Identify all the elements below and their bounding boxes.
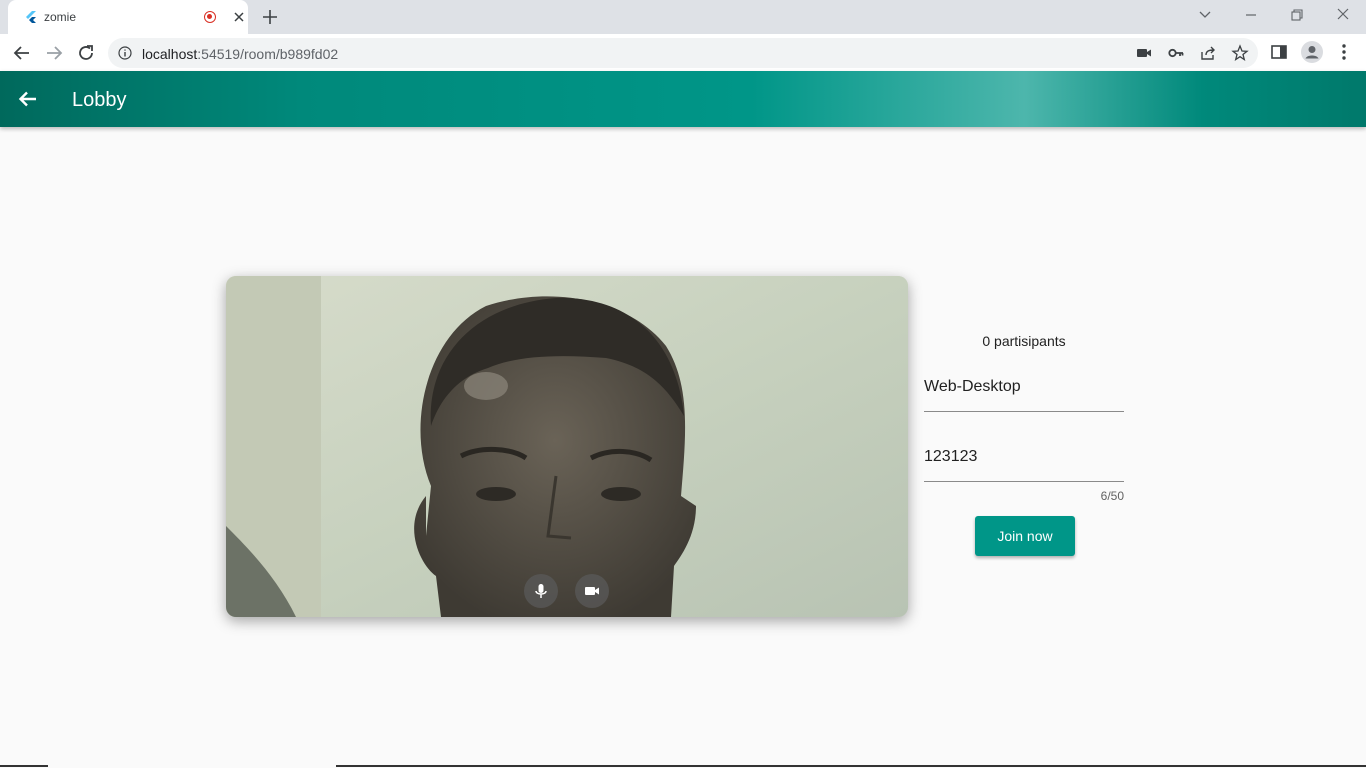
camera-toggle-button[interactable] xyxy=(575,574,609,608)
browser-tabstrip: zomie xyxy=(0,0,1366,34)
browser-toolbar: localhost:54519/room/b989fd02 xyxy=(0,34,1366,71)
videocam-icon xyxy=(585,587,599,595)
camera-in-use-icon[interactable] xyxy=(1135,44,1153,62)
side-panel-icon[interactable] xyxy=(1269,42,1289,62)
menu-dots-icon[interactable] xyxy=(1334,42,1354,62)
site-info-icon[interactable] xyxy=(118,46,132,60)
tab-title: zomie xyxy=(44,10,77,24)
camera-feed-image xyxy=(226,276,908,617)
close-tab-icon[interactable] xyxy=(230,8,248,26)
taskbar-edge xyxy=(0,764,1366,768)
forward-nav-icon[interactable] xyxy=(43,42,65,64)
mic-toggle-button[interactable] xyxy=(524,574,558,608)
bookmark-star-icon[interactable] xyxy=(1231,44,1249,62)
join-now-button[interactable]: Join now xyxy=(975,516,1075,556)
key-icon[interactable] xyxy=(1167,44,1185,62)
minimize-icon[interactable] xyxy=(1239,4,1263,26)
browser-tab[interactable]: zomie xyxy=(8,0,248,34)
name-input[interactable] xyxy=(924,378,1124,396)
restore-icon[interactable] xyxy=(1285,4,1309,26)
room-code-input[interactable] xyxy=(924,448,1124,466)
page-title: Lobby xyxy=(72,89,127,111)
share-icon[interactable] xyxy=(1199,44,1217,62)
reload-icon[interactable] xyxy=(75,42,97,64)
new-tab-icon[interactable] xyxy=(260,7,280,27)
profile-avatar-icon[interactable] xyxy=(1301,41,1323,63)
character-counter: 6/50 xyxy=(1100,489,1124,503)
close-window-icon[interactable] xyxy=(1331,4,1355,26)
recording-indicator-icon xyxy=(204,11,216,23)
tab-search-icon[interactable] xyxy=(1193,4,1217,26)
arrow-left-icon[interactable] xyxy=(16,87,40,111)
flutter-icon xyxy=(26,11,36,23)
camera-preview xyxy=(226,276,908,617)
microphone-icon xyxy=(535,584,547,598)
address-bar[interactable]: localhost:54519/room/b989fd02 xyxy=(108,38,1258,68)
url-text: localhost:54519/room/b989fd02 xyxy=(142,46,339,62)
back-nav-icon[interactable] xyxy=(11,42,33,64)
app-bar: Lobby xyxy=(0,71,1366,127)
participants-count: 0 partisipants xyxy=(982,333,1066,349)
name-field xyxy=(924,378,1124,412)
room-code-field xyxy=(924,448,1124,482)
